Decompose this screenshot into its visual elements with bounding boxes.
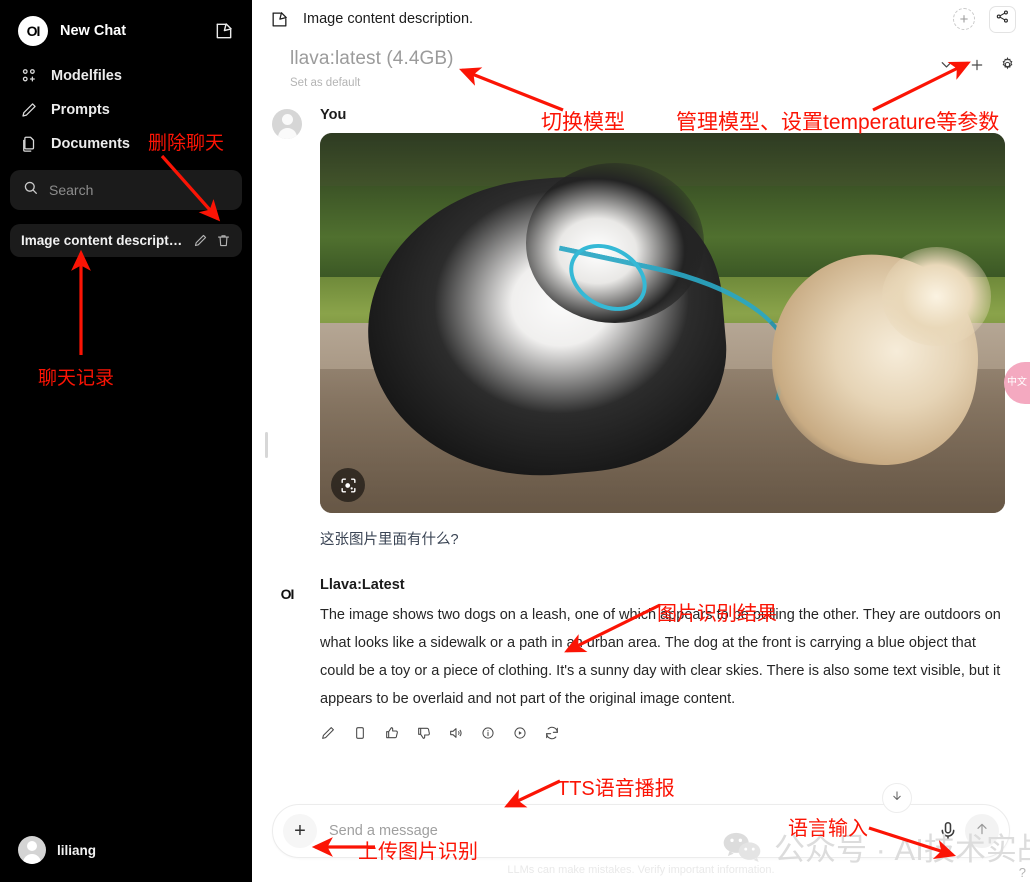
model-name[interactable]: llava:latest (4.4GB) <box>290 48 938 70</box>
share-icon <box>995 9 1010 29</box>
page-title: Image content description. <box>303 11 474 27</box>
assistant-avatar-wrap: OI <box>272 577 302 746</box>
sidebar-user-profile[interactable]: liliang <box>0 824 252 882</box>
upload-attachment-button[interactable]: + <box>283 814 317 848</box>
message-input[interactable] <box>317 823 937 839</box>
app-logo: OI <box>18 16 48 46</box>
set-as-default-link[interactable]: Set as default <box>290 77 938 89</box>
sidebar-search-wrap <box>0 160 252 210</box>
copy-icon[interactable] <box>352 725 368 746</box>
sidebar-item-documents[interactable]: Documents <box>10 128 242 160</box>
microphone-icon[interactable] <box>937 820 959 842</box>
help-button[interactable]: ? <box>1019 865 1026 880</box>
new-chat-label: New Chat <box>60 23 127 39</box>
model-info: llava:latest (4.4GB) Set as default <box>290 48 938 89</box>
chat-header: Image content description. + <box>252 0 1030 38</box>
message-user: You 这张图片里面有什么? <box>252 107 1030 549</box>
arrow-down-icon <box>890 789 904 808</box>
user-message-text: 这张图片里面有什么? <box>320 532 459 548</box>
message-assistant: OI Llava:Latest The image shows two dogs… <box>252 577 1030 746</box>
sidebar-item-label: Modelfiles <box>51 68 122 84</box>
message-author: Llava:Latest <box>320 577 405 593</box>
chat-list-item[interactable]: Image content description <box>10 224 242 257</box>
sidebar-item-label: Prompts <box>51 102 110 118</box>
chat-rename-icon[interactable] <box>193 233 208 248</box>
new-chat-button[interactable]: OI New Chat <box>10 10 242 52</box>
message-body: You 这张图片里面有什么? <box>320 107 1010 549</box>
avatar <box>272 109 302 139</box>
gear-icon[interactable] <box>999 56 1016 78</box>
sidebar-item-label: Documents <box>51 136 130 152</box>
chat-list: Image content description <box>0 210 252 257</box>
modelfiles-icon <box>20 67 38 85</box>
pencil-icon <box>20 101 38 119</box>
model-actions <box>938 48 1016 78</box>
user-avatar-wrap <box>272 107 302 549</box>
sidebar-item-modelfiles[interactable]: Modelfiles <box>10 60 242 92</box>
scroll-to-bottom-button[interactable] <box>882 783 912 813</box>
model-selector-row: llava:latest (4.4GB) Set as default <box>252 38 1030 89</box>
compose-icon[interactable] <box>270 10 289 29</box>
sidebar-top: OI New Chat <box>0 0 252 52</box>
thumbs-up-icon[interactable] <box>384 725 400 746</box>
composer-wrap: + LLMs can make mistakes. Verify importa… <box>252 804 1030 882</box>
assistant-action-bar <box>320 725 1010 746</box>
sidebar: OI New Chat Modelfiles Prompts Documents… <box>0 0 252 882</box>
google-lens-icon[interactable] <box>331 468 365 502</box>
avatar: OI <box>280 586 295 602</box>
sidebar-item-prompts[interactable]: Prompts <box>10 94 242 126</box>
add-button[interactable]: + <box>953 8 975 30</box>
message-body: Llava:Latest The image shows two dogs on… <box>320 577 1010 746</box>
search-box[interactable] <box>10 170 242 210</box>
send-button[interactable] <box>965 814 999 848</box>
image-dog-chihuahua-head <box>881 247 992 346</box>
speaker-icon[interactable] <box>448 725 464 746</box>
edit-icon[interactable] <box>320 725 336 746</box>
trash-icon[interactable] <box>216 233 231 248</box>
play-tts-icon[interactable] <box>512 725 528 746</box>
message-author: You <box>320 107 347 123</box>
regenerate-icon[interactable] <box>544 725 560 746</box>
sidebar-nav: Modelfiles Prompts Documents <box>0 52 252 160</box>
thumbs-down-icon[interactable] <box>416 725 432 746</box>
chevron-down-icon[interactable] <box>938 56 955 78</box>
search-icon <box>22 179 39 201</box>
sidebar-resize-handle[interactable] <box>265 432 268 458</box>
app-root: OI New Chat Modelfiles Prompts Documents… <box>0 0 1030 882</box>
share-button[interactable] <box>989 5 1016 33</box>
avatar <box>18 836 46 864</box>
search-input[interactable] <box>49 182 230 198</box>
send-icon <box>974 821 990 842</box>
main-area: Image content description. + llava:lates… <box>252 0 1030 882</box>
attached-image[interactable] <box>320 133 1005 513</box>
documents-icon <box>20 135 38 153</box>
sidebar-username: liliang <box>57 842 97 858</box>
compose-icon[interactable] <box>214 21 234 41</box>
composer-disclaimer: LLMs can make mistakes. Verify important… <box>507 864 775 876</box>
plus-icon[interactable] <box>969 57 985 78</box>
info-icon[interactable] <box>480 725 496 746</box>
assistant-message-text: The image shows two dogs on a leash, one… <box>320 607 1001 707</box>
messages-scroll-area[interactable]: You 这张图片里面有什么? OI Llava:Latest The image… <box>252 89 1030 882</box>
chat-item-title: Image content description <box>21 233 185 248</box>
